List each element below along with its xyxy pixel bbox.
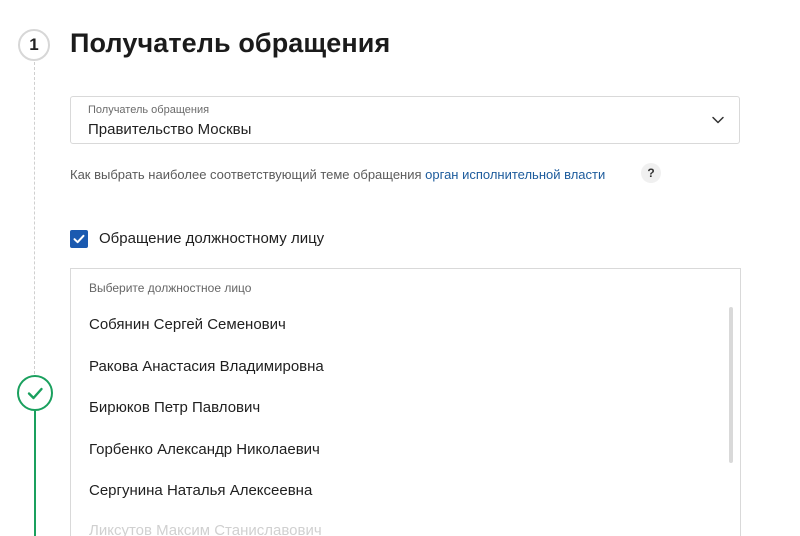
section-title: Получатель обращения — [70, 28, 391, 58]
recipient-hint-text: Как выбрать наиболее соответствующий тем… — [70, 167, 426, 182]
executive-body-link[interactable]: орган исполнительной власти — [425, 167, 605, 182]
chevron-down-icon[interactable] — [711, 113, 725, 127]
step-connector-dashed — [34, 62, 35, 374]
recipient-hint: Как выбрать наиболее соответствующий тем… — [70, 167, 605, 182]
official-option[interactable]: Собянин Сергей Семенович — [89, 316, 286, 333]
official-checkbox[interactable] — [70, 230, 88, 248]
recipient-select-label: Получатель обращения — [88, 104, 210, 116]
step-number-badge: 1 — [18, 29, 50, 61]
checkmark-icon — [73, 234, 85, 244]
step-complete-check-icon — [17, 375, 53, 411]
recipient-select[interactable]: Получатель обращения Правительство Москв… — [70, 96, 740, 144]
official-option[interactable]: Ликсутов Максим Станиславович — [89, 522, 322, 536]
help-icon[interactable]: ? — [641, 163, 661, 183]
official-option[interactable]: Сергунина Наталья Алексеевна — [89, 482, 312, 499]
official-checkbox-label: Обращение должностному лицу — [99, 230, 325, 247]
official-dropdown-header: Выберите должностное лицо — [89, 281, 252, 295]
dropdown-scrollbar[interactable] — [729, 307, 733, 463]
recipient-select-value: Правительство Москвы — [88, 121, 252, 138]
official-option[interactable]: Ракова Анастасия Владимировна — [89, 358, 324, 375]
official-option[interactable]: Бирюков Петр Павлович — [89, 399, 260, 416]
official-option[interactable]: Горбенко Александр Николаевич — [89, 441, 320, 458]
step-number: 1 — [29, 35, 39, 54]
official-dropdown[interactable]: Выберите должностное лицо Собянин Сергей… — [70, 268, 741, 536]
step-connector-completed — [34, 411, 36, 536]
